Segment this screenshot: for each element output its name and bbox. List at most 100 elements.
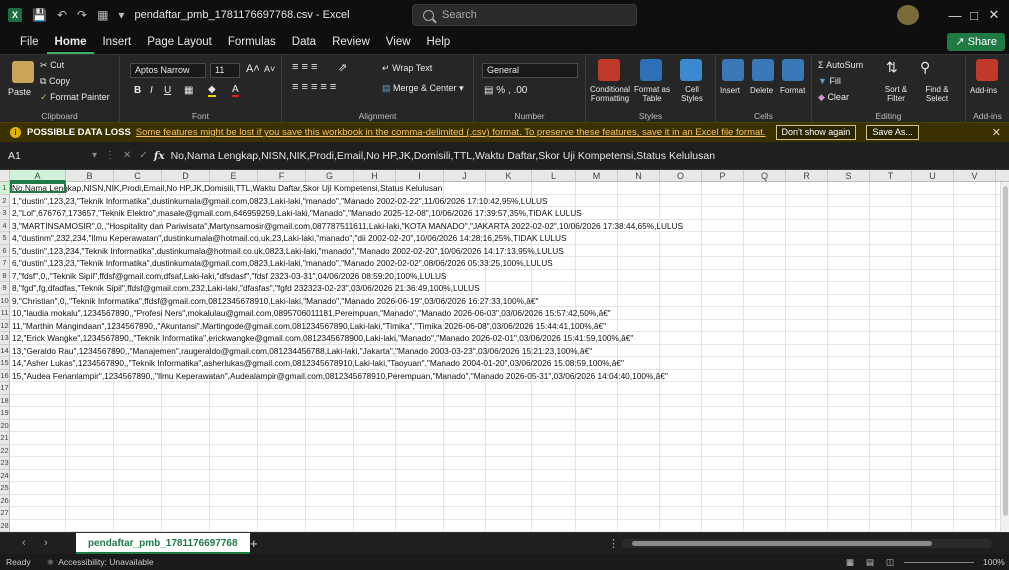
merge-center-button[interactable]: ▤ Merge & Center ▾ — [382, 83, 464, 94]
insert-cells-icon[interactable] — [722, 59, 744, 81]
table-row[interactable]: 14,"Asher Lukas",1234567890,,"Teknik Inf… — [12, 358, 624, 368]
page-layout-view-icon[interactable]: ▤ — [866, 557, 874, 568]
cell-styles-button[interactable]: Cell Styles — [674, 85, 710, 103]
spreadsheet-grid[interactable]: ABCDEFGHIJKLMNOPQRSTUVW 1No,Nama Lengkap… — [0, 170, 1009, 532]
column-header-s[interactable]: S — [828, 170, 870, 182]
wrap-text-button[interactable]: ↵ Wrap Text — [382, 63, 432, 74]
row-header[interactable]: 13 — [0, 332, 10, 345]
delete-button[interactable]: Delete — [750, 86, 773, 95]
delete-cells-icon[interactable] — [752, 59, 774, 81]
row-header[interactable]: 27 — [0, 507, 10, 520]
paste-icon[interactable] — [12, 61, 34, 83]
row-header[interactable]: 24 — [0, 469, 10, 482]
row-header[interactable]: 28 — [0, 519, 10, 532]
cancel-icon[interactable]: ✕ — [123, 150, 131, 161]
insert-button[interactable]: Insert — [720, 86, 740, 95]
customize-qat-icon[interactable]: ▾ — [118, 8, 124, 22]
tab-insert[interactable]: Insert — [94, 30, 139, 54]
underline-icon[interactable]: U — [164, 85, 171, 96]
column-header-b[interactable]: B — [66, 170, 114, 182]
accessibility-status[interactable]: Accessibility: Unavailable — [58, 557, 153, 567]
table-row[interactable]: 5,"dustin",123,234,"Teknik Informatika",… — [12, 246, 564, 256]
row-header[interactable]: 16 — [0, 369, 10, 382]
table-row[interactable]: 13,"Geraldo Rau",1234567890,,"Manajemen"… — [12, 346, 592, 356]
table-row[interactable]: 10,"laudia mokalu",1234567890,,"Profesi … — [12, 308, 611, 318]
row-header[interactable]: 8 — [0, 269, 10, 282]
table-row[interactable]: 2,"Lol",676767,173657,"Teknik Elektro",m… — [12, 208, 582, 218]
row-header[interactable]: 10 — [0, 294, 10, 307]
paste-button[interactable]: Paste — [8, 87, 31, 97]
table-row[interactable]: 8,"fgd",fg,dfadfas,"Teknik Sipil",ffdsf@… — [12, 283, 480, 293]
table-row[interactable]: 11,"Marthin Mangindaan",1234567890,,"Aku… — [12, 321, 606, 331]
align-top-icon[interactable]: ≡ ≡ ≡ — [292, 61, 317, 73]
align-left-icon[interactable]: ≡ ≡ ≡ ≡ ≡ — [292, 81, 336, 93]
column-header-k[interactable]: K — [486, 170, 532, 182]
column-header-q[interactable]: Q — [744, 170, 786, 182]
font-size-select[interactable]: 11 — [210, 63, 240, 78]
namebox-dropdown-icon[interactable]: ▾ — [92, 150, 97, 161]
row-header[interactable]: 21 — [0, 432, 10, 445]
row-header[interactable]: 25 — [0, 482, 10, 495]
save-as-button[interactable]: Save As... — [866, 125, 919, 140]
cell-styles-icon[interactable] — [680, 59, 702, 81]
addins-button[interactable]: Add-ins — [970, 86, 997, 95]
column-header-i[interactable]: I — [396, 170, 444, 182]
zoom-slider[interactable] — [904, 562, 974, 563]
table-row[interactable]: 12,"Erick Wangke",1234567890,,"Teknik In… — [12, 333, 633, 343]
row-header[interactable]: 14 — [0, 344, 10, 357]
row-header[interactable]: 7 — [0, 257, 10, 270]
tab-home[interactable]: Home — [46, 30, 95, 54]
font-color-icon[interactable]: A — [232, 84, 239, 97]
sort-filter-button[interactable]: Sort & Filter — [876, 85, 916, 103]
tab-review[interactable]: Review — [324, 30, 378, 54]
tab-page-layout[interactable]: Page Layout — [139, 30, 220, 54]
column-header-w[interactable]: W — [996, 170, 1009, 182]
fx-icon[interactable]: fx — [154, 150, 165, 162]
table-row[interactable]: 1,"dustin",123,23,"Teknik Informatika",d… — [12, 196, 548, 206]
find-select-icon[interactable]: ⚲ — [920, 59, 930, 76]
orientation-icon[interactable]: ⇗ — [338, 61, 347, 74]
copy-button[interactable]: ⧉ Copy — [40, 76, 70, 87]
row-header[interactable]: 19 — [0, 407, 10, 420]
format-painter-button[interactable]: ✓ Format Painter — [40, 92, 110, 103]
cut-button[interactable]: ✂ Cut — [40, 60, 64, 71]
row-header[interactable]: 12 — [0, 319, 10, 332]
table-row[interactable]: 9,"Christian",0,,"Teknik Informatika",ff… — [12, 296, 538, 306]
column-header-p[interactable]: P — [702, 170, 744, 182]
row-header[interactable]: 4 — [0, 219, 10, 232]
column-header-c[interactable]: C — [114, 170, 162, 182]
row-header[interactable]: 2 — [0, 194, 10, 207]
tab-help[interactable]: Help — [419, 30, 459, 54]
row-header[interactable]: 22 — [0, 444, 10, 457]
find-select-button[interactable]: Find & Select — [916, 85, 958, 103]
table-row[interactable]: 3,"MARTINSAMOSIR",0,,"Hospitality dan Pa… — [12, 221, 683, 231]
sheet-tab[interactable]: pendaftar_pmb_1781176697768 — [76, 533, 250, 554]
row-header[interactable]: 18 — [0, 394, 10, 407]
prev-sheet-icon[interactable]: ‹ — [22, 537, 26, 549]
column-header-d[interactable]: D — [162, 170, 210, 182]
tab-view[interactable]: View — [378, 30, 419, 54]
column-header-g[interactable]: G — [306, 170, 354, 182]
normal-view-icon[interactable]: ▦ — [846, 557, 854, 568]
column-header-l[interactable]: L — [532, 170, 576, 182]
share-button[interactable]: ↗ Share — [947, 33, 1005, 51]
column-header-o[interactable]: O — [660, 170, 702, 182]
italic-icon[interactable]: I — [150, 85, 153, 96]
table-icon[interactable]: ▦ — [97, 8, 108, 22]
table-row[interactable]: 15,"Audea Fenanlampir",1234567890,,"Ilmu… — [12, 371, 668, 381]
add-sheet-icon[interactable]: + — [250, 536, 258, 551]
redo-icon[interactable]: ↷ — [77, 8, 87, 22]
column-header-t[interactable]: T — [870, 170, 912, 182]
zoom-level[interactable]: 100% — [983, 557, 1005, 567]
row-header[interactable]: 6 — [0, 244, 10, 257]
row-header[interactable]: 5 — [0, 232, 10, 245]
enter-icon[interactable]: ✓ — [139, 150, 147, 161]
number-format-icons[interactable]: ▤ % , .00 — [484, 85, 527, 96]
column-header-r[interactable]: R — [786, 170, 828, 182]
column-header-u[interactable]: U — [912, 170, 954, 182]
table-row[interactable]: 6,"dustin",123,23,"Teknik Informatika",d… — [12, 258, 553, 268]
column-header-j[interactable]: J — [444, 170, 486, 182]
conditional-formatting-icon[interactable] — [598, 59, 620, 81]
formula-input[interactable]: No,Nama Lengkap,NISN,NIK,Prodi,Email,No … — [171, 150, 715, 162]
shrink-font-icon[interactable]: A˅ — [264, 64, 275, 74]
